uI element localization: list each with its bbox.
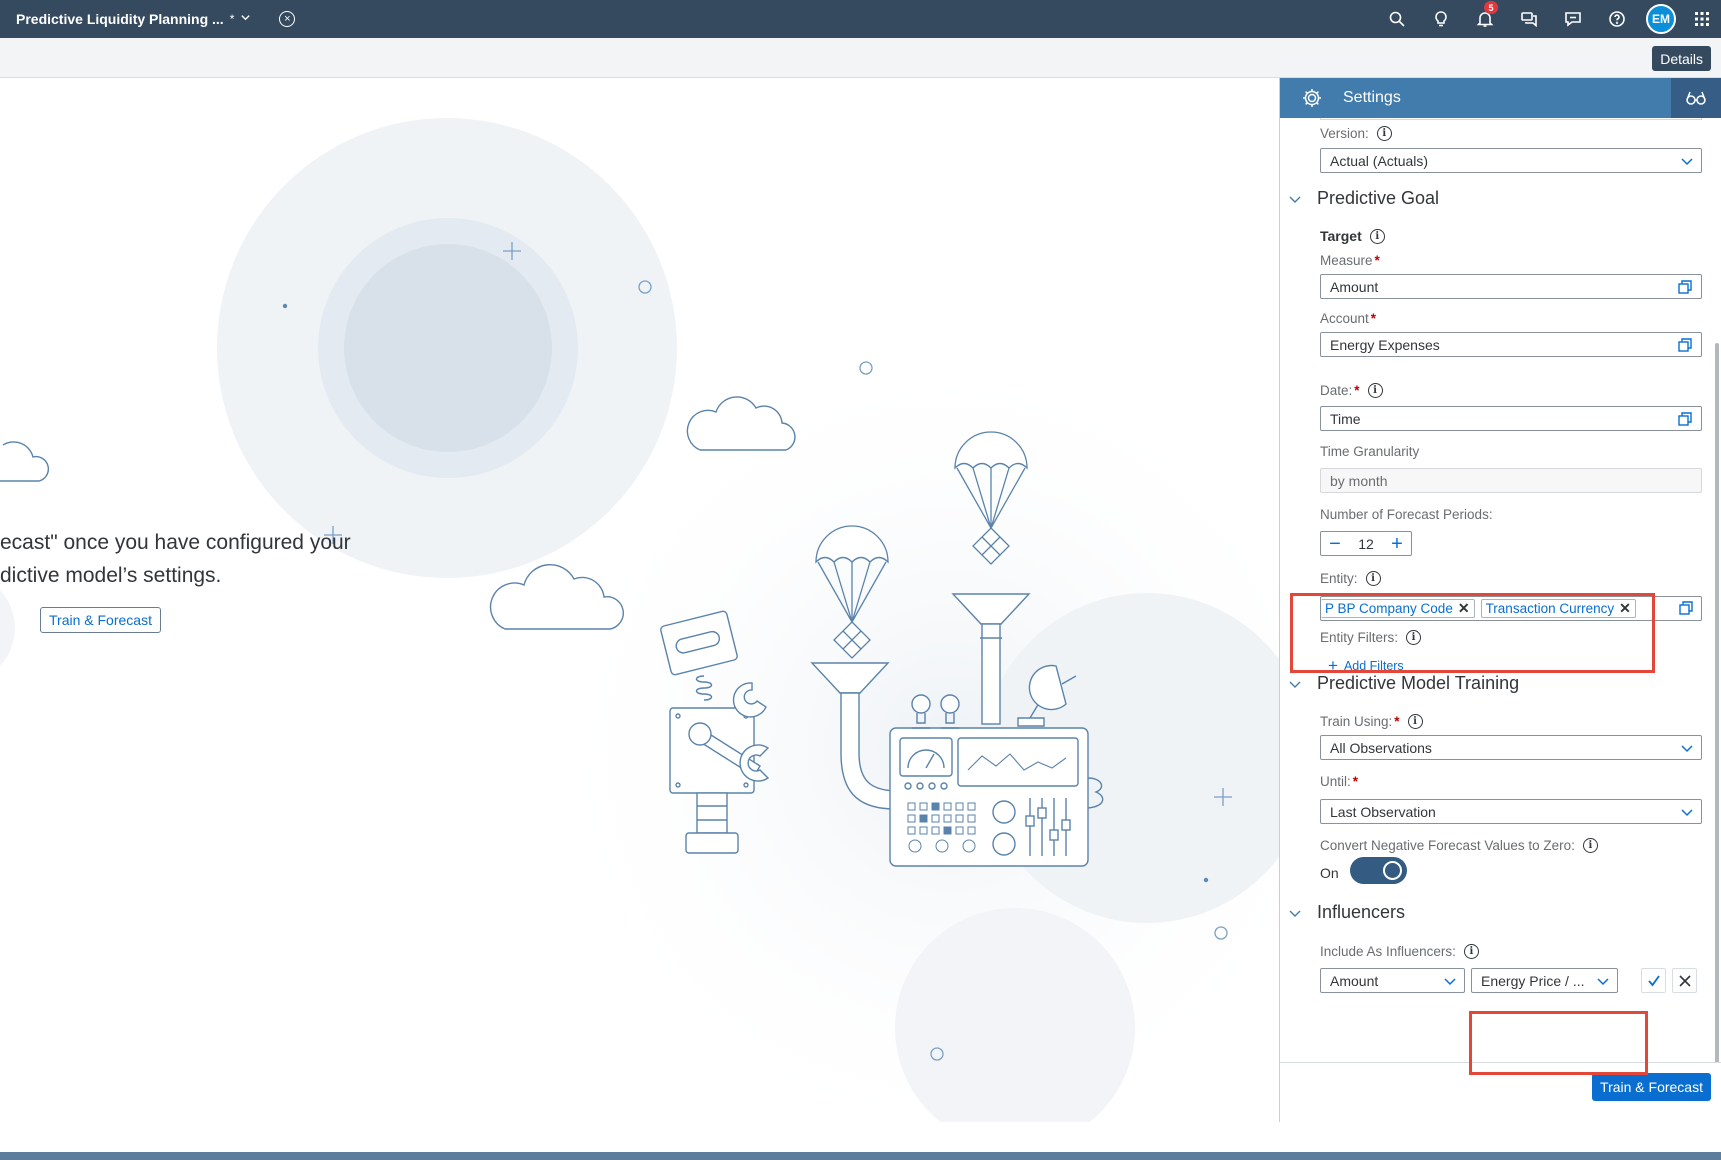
- info-icon[interactable]: i: [1365, 571, 1381, 586]
- account-label: Account *: [1320, 311, 1377, 326]
- increment-button[interactable]: +: [1389, 534, 1405, 554]
- user-avatar[interactable]: EM: [1646, 4, 1676, 34]
- switch-knob: [1383, 861, 1402, 880]
- highlight-entity: [1290, 593, 1655, 673]
- section-collapse-icon: [1289, 196, 1301, 203]
- close-story-icon[interactable]: ×: [279, 11, 296, 27]
- forecast-periods-label: Number of Forecast Periods:: [1320, 507, 1493, 522]
- forecast-periods-value[interactable]: 12: [1358, 536, 1374, 552]
- chevron-down-icon: [1681, 745, 1693, 753]
- toggle-state-label: On: [1320, 865, 1339, 881]
- influencer-member-select[interactable]: Energy Price / ...: [1471, 968, 1618, 993]
- target-heading: Target i: [1320, 228, 1385, 244]
- train-forecast-button[interactable]: Train & Forecast: [1592, 1073, 1711, 1101]
- info-icon[interactable]: i: [1407, 714, 1423, 729]
- shell-bar: Predictive Liquidity Planning ... * × 5 …: [0, 0, 1721, 38]
- date-label: Date: * i: [1320, 383, 1383, 398]
- chevron-down-icon: [1444, 978, 1456, 986]
- measure-label: Measure *: [1320, 253, 1380, 268]
- info-icon[interactable]: i: [1463, 944, 1479, 959]
- settings-form: Version: i Actual (Actuals) Predictive Go…: [1280, 118, 1721, 1062]
- panel-scrollbar[interactable]: [1715, 343, 1719, 1073]
- details-button[interactable]: Details: [1652, 46, 1711, 71]
- close-icon: [1678, 974, 1691, 987]
- title-chevron-down-icon[interactable]: [240, 12, 251, 26]
- entity-label: Entity: i: [1320, 571, 1381, 586]
- section-predictive-goal[interactable]: Predictive Goal: [1288, 188, 1439, 209]
- include-influencers-label: Include As Influencers: i: [1320, 944, 1479, 959]
- info-icon[interactable]: i: [1367, 383, 1383, 398]
- robot-illustration: [0, 118, 1279, 1122]
- discussions-icon[interactable]: [1507, 0, 1551, 38]
- panel-title: Settings: [1343, 89, 1401, 106]
- version-label: Version: i: [1320, 126, 1392, 141]
- help-icon[interactable]: [1595, 0, 1639, 38]
- settings-gear-icon: [1303, 89, 1321, 107]
- section-collapse-icon: [1289, 910, 1301, 917]
- feedback-icon[interactable]: [1551, 0, 1595, 38]
- time-granularity-label: Time Granularity: [1320, 444, 1420, 459]
- checkmark-icon: [1647, 974, 1660, 986]
- decrement-button[interactable]: −: [1327, 534, 1343, 554]
- lightbulb-icon[interactable]: [1419, 0, 1463, 38]
- section-influencers[interactable]: Influencers: [1288, 902, 1405, 923]
- settings-panel-header: Settings: [1280, 78, 1721, 118]
- convert-negative-switch[interactable]: [1350, 857, 1407, 884]
- info-icon[interactable]: i: [1369, 228, 1385, 244]
- section-collapse-icon: [1289, 681, 1301, 688]
- account-field[interactable]: Energy Expenses: [1320, 332, 1702, 357]
- time-granularity-field: by month: [1320, 468, 1702, 493]
- date-field[interactable]: Time: [1320, 406, 1702, 431]
- chevron-down-icon: [1681, 158, 1693, 166]
- app-title[interactable]: Predictive Liquidity Planning ...: [16, 11, 224, 27]
- preview-glasses-icon[interactable]: [1671, 78, 1721, 118]
- train-using-select[interactable]: All Observations: [1320, 735, 1702, 760]
- unsaved-marker: *: [229, 12, 235, 26]
- search-icon[interactable]: [1375, 0, 1419, 38]
- chevron-down-icon: [1681, 809, 1693, 817]
- convert-negative-label: Convert Negative Forecast Values to Zero…: [1320, 838, 1598, 853]
- highlight-influencer: [1469, 1011, 1648, 1075]
- story-toolbar: Details: [0, 38, 1721, 78]
- value-help-icon[interactable]: [1677, 411, 1693, 427]
- value-help-icon[interactable]: [1677, 337, 1693, 353]
- measure-field[interactable]: Amount: [1320, 274, 1702, 299]
- remove-influencer-button[interactable]: [1672, 968, 1697, 993]
- info-icon[interactable]: i: [1582, 838, 1598, 853]
- bottom-bar: [0, 1152, 1721, 1160]
- app-grid-icon[interactable]: [1683, 0, 1721, 38]
- empty-state-message: ecast" once you have configured your dic…: [0, 531, 351, 587]
- chevron-down-icon: [1597, 978, 1609, 986]
- train-forecast-inline-button[interactable]: Train & Forecast: [40, 607, 161, 633]
- notification-badge: 5: [1484, 1, 1498, 14]
- section-model-training[interactable]: Predictive Model Training: [1288, 673, 1519, 694]
- confirm-influencer-button[interactable]: [1641, 968, 1666, 993]
- train-using-label: Train Using: * i: [1320, 714, 1423, 729]
- previous-field-edge: [1320, 118, 1702, 120]
- until-label: Until: *: [1320, 774, 1359, 789]
- notifications-icon[interactable]: 5: [1463, 0, 1507, 38]
- forecast-periods-stepper[interactable]: − 12 +: [1320, 531, 1412, 556]
- main-canvas: ecast" once you have configured your dic…: [0, 78, 1279, 1122]
- version-select[interactable]: Actual (Actuals): [1320, 148, 1702, 173]
- value-help-icon[interactable]: [1677, 279, 1693, 295]
- value-help-icon[interactable]: [1679, 601, 1693, 620]
- until-select[interactable]: Last Observation: [1320, 799, 1702, 824]
- info-icon[interactable]: i: [1376, 126, 1392, 141]
- influencer-measure-select[interactable]: Amount: [1320, 968, 1465, 993]
